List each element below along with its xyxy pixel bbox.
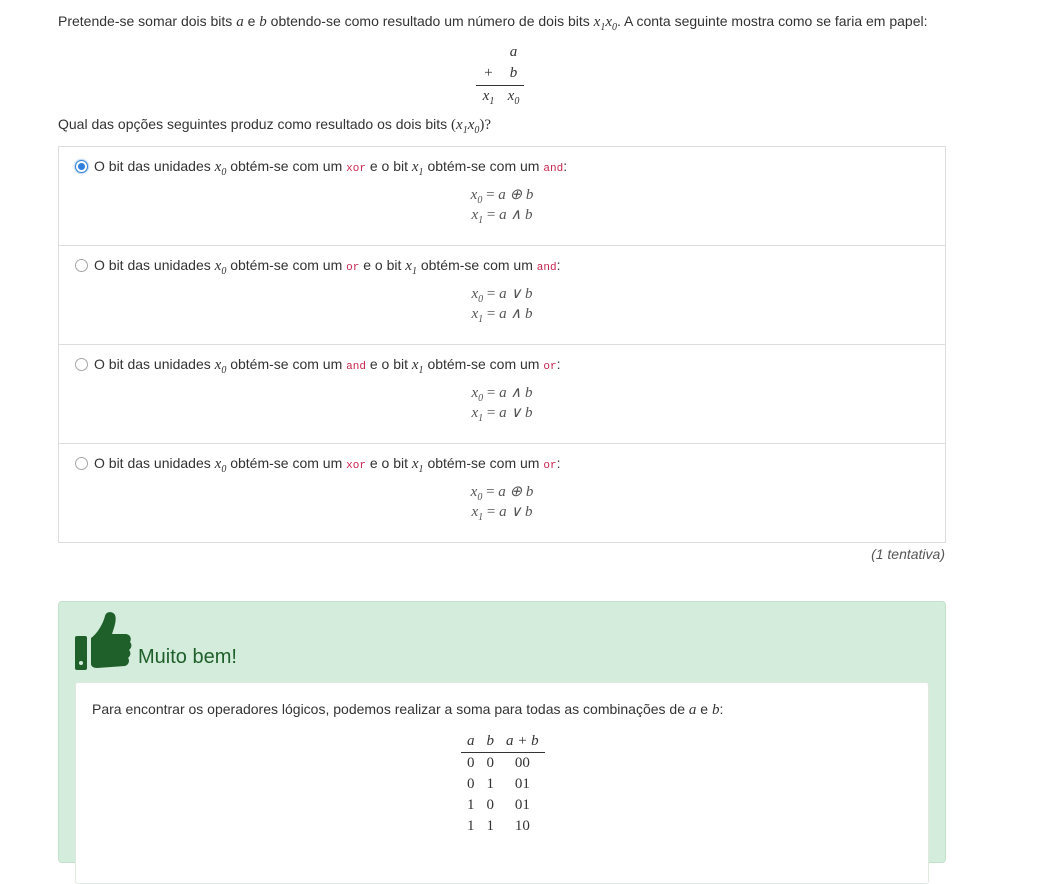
table-cell: 00	[514, 755, 530, 771]
option-equations: x0 = a ⊕ b x1 = a ∨ b	[470, 484, 534, 523]
table-header: a + b	[500, 731, 545, 753]
table-cell: 1	[467, 797, 475, 813]
option-1[interactable]: O bit das unidades x0 obtém-se com um xo…	[59, 147, 945, 246]
table-cell: 1	[486, 818, 495, 834]
intro-text: Pretende-se somar dois bits a e b obtend…	[58, 13, 928, 33]
table-cell: 0	[467, 755, 475, 771]
option-label: O bit das unidades x0 obtém-se com um or…	[94, 257, 561, 277]
table-row: 0 0 00	[461, 753, 545, 775]
attempts-label: (1 tentativa)	[871, 546, 945, 562]
table-row: 1 0 01	[461, 795, 545, 816]
option-label: O bit das unidades x0 obtém-se com um an…	[94, 356, 561, 376]
table-header: a	[461, 731, 481, 753]
table-cell: 01	[514, 797, 530, 813]
feedback-text: Para encontrar os operadores lógicos, po…	[92, 701, 724, 718]
table-row: 1 1 10	[461, 816, 545, 837]
radio-button[interactable]	[75, 160, 88, 173]
feedback-body: Para encontrar os operadores lógicos, po…	[75, 682, 929, 884]
feedback-title: Muito bem!	[138, 646, 237, 668]
truth-table: aba + b 0 0 00 0 1 01 1 0 01 1 1 10	[461, 731, 545, 837]
option-label: O bit das unidades x0 obtém-se com um xo…	[94, 455, 561, 475]
table-cell: 0	[486, 797, 495, 813]
radio-button[interactable]	[75, 358, 88, 371]
option-label: O bit das unidades x0 obtém-se com um xo…	[94, 158, 568, 178]
answer-options: O bit das unidades x0 obtém-se com um xo…	[58, 146, 946, 543]
table-cell: 0	[467, 776, 475, 792]
table-cell: 10	[514, 818, 530, 834]
table-header: b	[480, 731, 500, 753]
radio-button[interactable]	[75, 259, 88, 272]
table-cell: 1	[467, 818, 475, 834]
table-cell: 01	[514, 776, 530, 792]
option-3[interactable]: O bit das unidades x0 obtém-se com um an…	[59, 345, 945, 444]
table-row: 0 1 01	[461, 774, 545, 795]
option-2[interactable]: O bit das unidades x0 obtém-se com um or…	[59, 246, 945, 345]
option-equations: x0 = a ⊕ b x1 = a ∧ b	[470, 187, 534, 226]
feedback-panel: Muito bem! Para encontrar os operadores …	[58, 601, 946, 884]
question-text: Qual das opções seguintes produz como re…	[58, 116, 492, 136]
paper-sum: a + b x1 x0	[476, 42, 526, 107]
table-cell: 1	[486, 776, 495, 792]
option-4[interactable]: O bit das unidades x0 obtém-se com um xo…	[59, 444, 945, 542]
table-cell: 0	[486, 755, 495, 771]
option-equations: x0 = a ∨ b x1 = a ∧ b	[471, 286, 533, 325]
radio-button[interactable]	[75, 457, 88, 470]
thumbs-up-icon	[75, 612, 132, 670]
option-equations: x0 = a ∧ b x1 = a ∨ b	[471, 385, 533, 424]
